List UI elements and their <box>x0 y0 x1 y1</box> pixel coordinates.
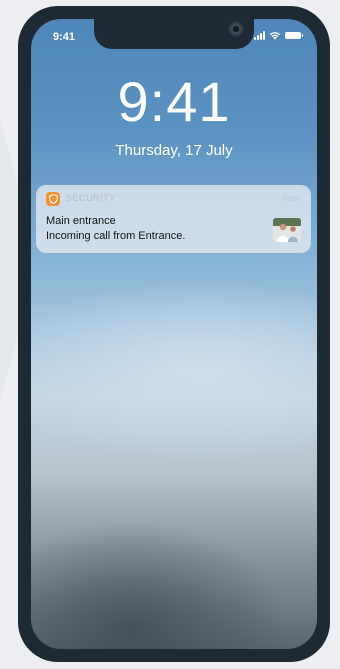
notification-time: now <box>282 193 299 203</box>
cellular-signal-icon <box>254 31 265 40</box>
caller-photo-thumbnail <box>273 218 301 242</box>
lock-screen[interactable]: 9:41 9:41 Thursday, 17 July SECURITY now… <box>31 19 317 649</box>
lock-screen-clock: 9:41 <box>117 70 231 133</box>
shield-icon <box>46 192 60 206</box>
phone-frame: 9:41 9:41 Thursday, 17 July SECURITY now… <box>18 6 330 662</box>
wifi-icon <box>269 32 281 40</box>
notification-body: Incoming call from Entrance. <box>46 230 186 242</box>
notification-title: Main entrance <box>46 215 116 227</box>
notification-app-name: SECURITY <box>66 193 116 203</box>
battery-icon <box>285 32 303 39</box>
status-bar-icons <box>254 31 303 40</box>
notification-card[interactable]: SECURITY now Main entrance Incoming call… <box>36 185 311 253</box>
page-background: 9:41 9:41 Thursday, 17 July SECURITY now… <box>0 0 340 669</box>
lock-screen-date: Thursday, 17 July <box>115 142 233 159</box>
camera-icon <box>230 23 242 35</box>
status-bar-time: 9:41 <box>53 31 76 43</box>
notch <box>94 19 254 49</box>
